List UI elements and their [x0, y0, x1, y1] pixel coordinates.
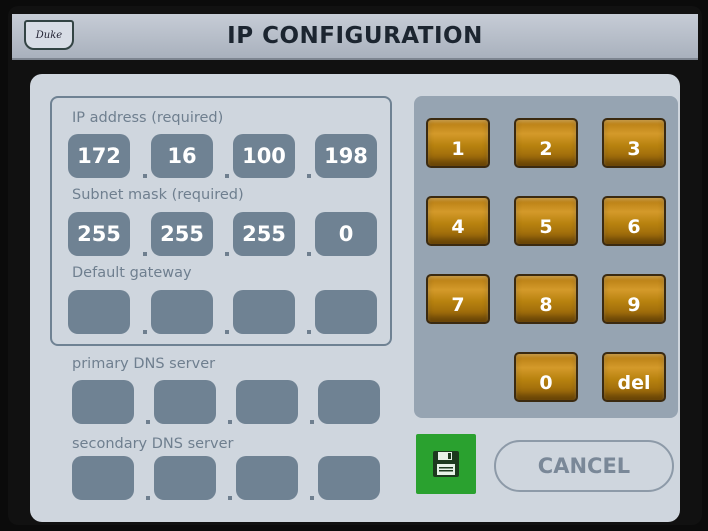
ip-address-label: IP address (required) — [72, 110, 224, 126]
ip-octet-1[interactable]: 172 — [68, 134, 130, 178]
key-3[interactable]: 3 — [602, 118, 666, 168]
primary-dns-octet-1[interactable] — [72, 380, 134, 424]
gateway-octet-2[interactable] — [151, 290, 213, 334]
title-bar: Duke IP CONFIGURATION — [12, 14, 698, 60]
dot-separator — [310, 496, 314, 500]
default-gateway-label: Default gateway — [72, 265, 192, 281]
key-8[interactable]: 8 — [514, 274, 578, 324]
subnet-octet-3[interactable]: 255 — [233, 212, 295, 256]
dot-separator — [146, 420, 150, 424]
primary-dns-label: primary DNS server — [72, 356, 216, 372]
dot-separator — [310, 420, 314, 424]
key-1[interactable]: 1 — [426, 118, 490, 168]
dot-separator — [143, 252, 147, 256]
dot-separator — [307, 330, 311, 334]
device-screen: Duke IP CONFIGURATION IP address (requir… — [8, 6, 702, 525]
subnet-mask-label: Subnet mask (required) — [72, 187, 244, 203]
secondary-dns-label: secondary DNS server — [72, 436, 234, 452]
key-9[interactable]: 9 — [602, 274, 666, 324]
dot-separator — [228, 420, 232, 424]
subnet-octet-4[interactable]: 0 — [315, 212, 377, 256]
secondary-dns-octet-2[interactable] — [154, 456, 216, 500]
dot-separator — [307, 252, 311, 256]
key-5[interactable]: 5 — [514, 196, 578, 246]
key-4[interactable]: 4 — [426, 196, 490, 246]
gateway-octet-1[interactable] — [68, 290, 130, 334]
dot-separator — [146, 496, 150, 500]
primary-dns-octet-4[interactable] — [318, 380, 380, 424]
subnet-octet-1[interactable]: 255 — [68, 212, 130, 256]
dot-separator — [228, 496, 232, 500]
ip-octet-4[interactable]: 198 — [315, 134, 377, 178]
ip-octet-3[interactable]: 100 — [233, 134, 295, 178]
dot-separator — [143, 330, 147, 334]
secondary-dns-octet-3[interactable] — [236, 456, 298, 500]
key-7[interactable]: 7 — [426, 274, 490, 324]
ip-octet-2[interactable]: 16 — [151, 134, 213, 178]
key-delete[interactable]: del — [602, 352, 666, 402]
secondary-dns-octet-4[interactable] — [318, 456, 380, 500]
save-button[interactable] — [416, 434, 476, 494]
dot-separator — [225, 174, 229, 178]
dot-separator — [225, 252, 229, 256]
primary-dns-octet-3[interactable] — [236, 380, 298, 424]
dot-separator — [225, 330, 229, 334]
key-6[interactable]: 6 — [602, 196, 666, 246]
key-0[interactable]: 0 — [514, 352, 578, 402]
config-panel: IP address (required) 172 16 100 198 Sub… — [30, 74, 680, 522]
key-2[interactable]: 2 — [514, 118, 578, 168]
cancel-button[interactable]: CANCEL — [494, 440, 674, 492]
subnet-octet-2[interactable]: 255 — [151, 212, 213, 256]
numeric-keypad: 1 2 3 4 5 6 7 8 9 0 del — [414, 96, 678, 418]
gateway-octet-4[interactable] — [315, 290, 377, 334]
dot-separator — [143, 174, 147, 178]
floppy-disk-icon — [433, 451, 459, 477]
secondary-dns-octet-1[interactable] — [72, 456, 134, 500]
primary-dns-octet-2[interactable] — [154, 380, 216, 424]
page-title: IP CONFIGURATION — [227, 23, 483, 49]
dot-separator — [307, 174, 311, 178]
gateway-octet-3[interactable] — [233, 290, 295, 334]
